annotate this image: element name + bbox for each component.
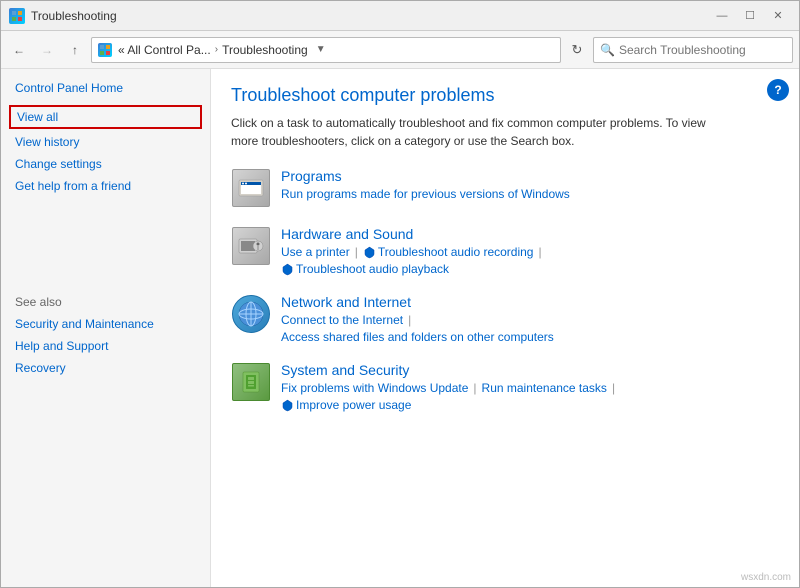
back-button[interactable]: ←	[7, 38, 31, 62]
shield-icon-power: Improve power usage	[281, 398, 411, 412]
hardware-title[interactable]: Hardware and Sound	[281, 226, 413, 242]
minimize-button[interactable]: —	[709, 6, 735, 26]
programs-subtitle: Run programs made for previous versions …	[281, 187, 570, 201]
hardware-links: Use a printer | Troubleshoot audio recor…	[281, 245, 779, 259]
address-bar: ← → ↑ « All Control Pa... › Troubleshoot…	[1, 31, 799, 69]
breadcrumb-current: Troubleshooting	[222, 43, 308, 57]
breadcrumb-icon	[98, 43, 112, 57]
hardware-link-audio-recording[interactable]: Troubleshoot audio recording	[378, 245, 534, 259]
up-button[interactable]: ↑	[63, 38, 87, 62]
programs-desc: Run programs made for previous versions …	[281, 187, 779, 201]
breadcrumb-separator: ›	[215, 44, 218, 55]
title-controls: — ☐ ✕	[709, 6, 791, 26]
shield-icon-audio-playback: Troubleshoot audio playback	[281, 262, 449, 276]
hardware-link-audio-playback[interactable]: Troubleshoot audio playback	[296, 262, 449, 276]
security-info: System and Security Fix problems with Wi…	[281, 362, 779, 412]
title-bar: Troubleshooting — ☐ ✕	[1, 1, 799, 31]
forward-button[interactable]: →	[35, 38, 59, 62]
sidebar: Control Panel Home View all View history…	[1, 69, 211, 587]
network-links: Connect to the Internet |	[281, 313, 779, 327]
security-link-maintenance[interactable]: Run maintenance tasks	[482, 381, 607, 395]
breadcrumb-dropdown-icon[interactable]: ▼	[316, 44, 326, 55]
window-title: Troubleshooting	[31, 9, 117, 23]
sidebar-link-security[interactable]: Security and Maintenance	[15, 315, 196, 333]
network-link-shared[interactable]: Access shared files and folders on other…	[281, 330, 554, 344]
sidebar-link-view-history[interactable]: View history	[15, 133, 196, 151]
title-bar-left: Troubleshooting	[9, 8, 117, 24]
category-hardware: Hardware and Sound Use a printer | Troub…	[231, 226, 779, 276]
breadcrumb-prefix: « All Control Pa...	[118, 43, 211, 57]
security-icon	[231, 362, 271, 402]
programs-title[interactable]: Programs	[281, 168, 342, 184]
window: Troubleshooting — ☐ ✕ ← → ↑ « All Contro…	[0, 0, 800, 588]
category-network: Network and Internet Connect to the Inte…	[231, 294, 779, 344]
category-security: System and Security Fix problems with Wi…	[231, 362, 779, 412]
watermark: wsxdn.com	[741, 572, 791, 583]
close-button[interactable]: ✕	[765, 6, 791, 26]
security-links: Fix problems with Windows Update | Run m…	[281, 381, 779, 395]
security-link-power[interactable]: Improve power usage	[296, 398, 411, 412]
sidebar-home-link[interactable]: Control Panel Home	[15, 81, 196, 95]
help-button[interactable]: ?	[767, 79, 789, 101]
network-icon	[231, 294, 271, 334]
programs-info: Programs Run programs made for previous …	[281, 168, 779, 201]
hardware-links-2: Troubleshoot audio playback	[281, 262, 779, 276]
content-title: Troubleshoot computer problems	[231, 85, 779, 106]
category-programs: Programs Run programs made for previous …	[231, 168, 779, 208]
network-info: Network and Internet Connect to the Inte…	[281, 294, 779, 344]
sidebar-link-get-help[interactable]: Get help from a friend	[15, 177, 196, 195]
maximize-button[interactable]: ☐	[737, 6, 763, 26]
shield-icon-audio-recording: Troubleshoot audio recording	[363, 245, 534, 259]
search-input[interactable]	[619, 43, 786, 57]
sidebar-links: View all View history Change settings Ge…	[15, 105, 196, 195]
control-panel-icon	[9, 8, 25, 24]
sidebar-link-recovery[interactable]: Recovery	[15, 359, 196, 377]
hardware-icon	[231, 226, 271, 266]
breadcrumb[interactable]: « All Control Pa... › Troubleshooting ▼	[91, 37, 561, 63]
hardware-info: Hardware and Sound Use a printer | Troub…	[281, 226, 779, 276]
search-box[interactable]: 🔍	[593, 37, 793, 63]
sidebar-link-change-settings[interactable]: Change settings	[15, 155, 196, 173]
main-area: Control Panel Home View all View history…	[1, 69, 799, 587]
security-link-windows-update[interactable]: Fix problems with Windows Update	[281, 381, 468, 395]
programs-icon	[231, 168, 271, 208]
network-links-2: Access shared files and folders on other…	[281, 330, 779, 344]
security-title[interactable]: System and Security	[281, 362, 409, 378]
see-also-label: See also	[15, 295, 196, 309]
network-link-connect[interactable]: Connect to the Internet	[281, 313, 403, 327]
security-links-2: Improve power usage	[281, 398, 779, 412]
search-icon: 🔍	[600, 43, 615, 57]
content-description: Click on a task to automatically trouble…	[231, 114, 711, 150]
hardware-link-printer[interactable]: Use a printer	[281, 245, 350, 259]
network-title[interactable]: Network and Internet	[281, 294, 411, 310]
sidebar-see-also-section: See also Security and Maintenance Help a…	[15, 295, 196, 377]
sidebar-link-help-support[interactable]: Help and Support	[15, 337, 196, 355]
refresh-button[interactable]: ↻	[565, 38, 589, 62]
content-area: ? Troubleshoot computer problems Click o…	[211, 69, 799, 587]
sidebar-link-view-all[interactable]: View all	[9, 105, 202, 129]
